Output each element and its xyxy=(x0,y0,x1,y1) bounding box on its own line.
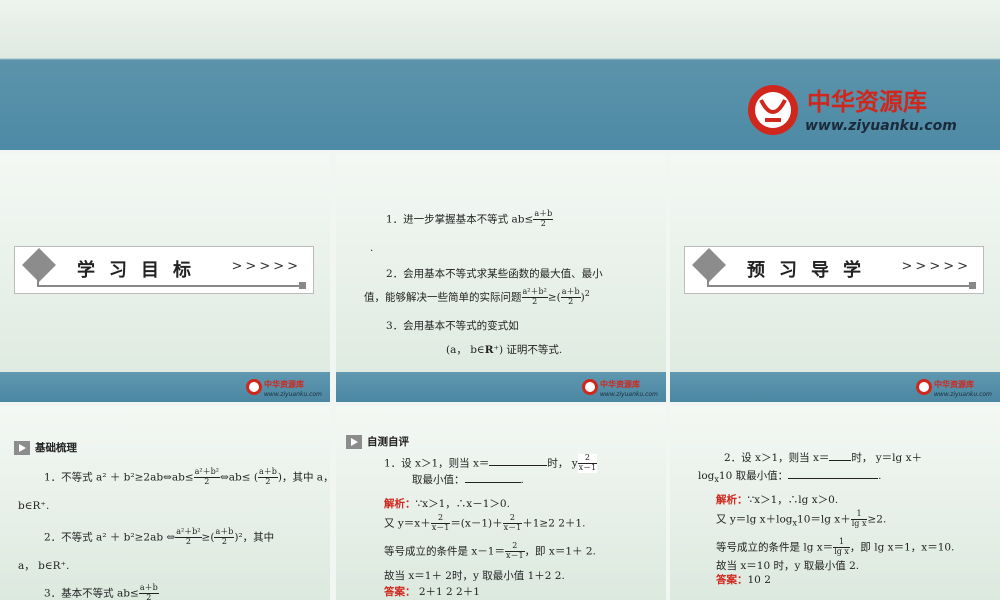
ziyuanku-logo-small: 中华资源库 www.ziyuanku.com xyxy=(246,379,322,398)
question-2-line2: logx10 取最小值：. xyxy=(698,470,882,485)
section-title: 学习目标 xyxy=(77,260,205,281)
review-line-3: 3．基本不等式 ab≤ a＋b 2 xyxy=(44,583,159,600)
objective-2-line2: 值，能够解决一些简单的实际问题 a²＋b² 2 ≥(a＋b 2)2 xyxy=(364,287,590,306)
solution-line-2: 又 y＝x＋ 2 x－1 ＝(x－1)＋ 2 x－1 ＋1≥2 2＋1. xyxy=(384,513,586,532)
review-line-2: 2．不等式 a² ＋ b²≥2ab ⇔ a²＋b² 2 ≥(a＋b 2)²，其中 xyxy=(44,527,275,546)
section-title-box: 预习导学 >>>>> xyxy=(684,246,984,294)
header-banner: 中华资源库 www.ziyuanku.com xyxy=(0,0,1000,150)
solution-line-4: 故当 x＝1＋ 2时，y 取最小值 1＋2 2. xyxy=(384,570,565,582)
slide-self-test-1[interactable]: 自测自评 1．设 x＞1，则当 x＝ 时， y 2 x－1 取最小值：. 解析：∵x＞… xyxy=(336,406,666,600)
objective-1-end: . xyxy=(370,242,374,254)
objective-3-line1: 3．会用基本不等式的变式如 xyxy=(386,320,519,332)
ziyuanku-logo: 中华资源库 www.ziyuanku.com xyxy=(748,85,957,135)
slide-preview-guide[interactable]: 预习导学 >>>>> 中华资源库 www.ziyuanku.com xyxy=(670,154,1000,402)
logo-name: 中华资源库 xyxy=(807,88,927,116)
arrows-icon: >>>>> xyxy=(231,259,301,274)
objective-3-line2: (a， b∈R⁺) 证明不等式. xyxy=(446,344,563,356)
question-2: 2．设 x＞1，则当 x＝ 时， y＝lg x＋ xyxy=(724,452,922,464)
slide-objectives-content[interactable]: 1．进一步掌握基本不等式 ab≤ a＋b 2 . 2．会用基本不等式求某些函数的最大… xyxy=(336,154,666,402)
solution-line-1: 解析：∵x＞1，∴lg x＞0. xyxy=(716,494,839,506)
review-line-2-end: a， b∈R⁺. xyxy=(18,560,70,572)
solution-line-4: 故当 x＝10 时，y 取最小值 2. xyxy=(716,560,860,572)
arrows-icon: >>>>> xyxy=(901,259,971,274)
section-heading: 自测自评 xyxy=(346,434,409,449)
solution-line-2: 又 y＝lg x＋logx10＝lg x＋ 1 lg x ≥2. xyxy=(716,509,887,528)
svg-text:www.ziyuanku.com: www.ziyuanku.com xyxy=(934,391,992,398)
svg-text:www.ziyuanku.com: www.ziyuanku.com xyxy=(264,391,322,398)
play-icon xyxy=(346,435,362,449)
svg-text:中华资源库: 中华资源库 xyxy=(600,379,640,389)
slide-learning-goals[interactable]: 学习目标 >>>>> 中华资源库 www.ziyuanku.com xyxy=(0,154,330,402)
ziyuanku-logo-small: 中华资源库 www.ziyuanku.com xyxy=(582,379,658,398)
objective-2-line1: 2．会用基本不等式求某些函数的最大值、最小 xyxy=(386,268,603,280)
review-line-1: 1．不等式 a² ＋ b²≥2ab⇔ab≤ a²＋b² 2 ⇔ab≤ (a＋b 2)，其… xyxy=(44,467,330,486)
svg-text:中华资源库: 中华资源库 xyxy=(934,379,974,389)
svg-text:中华资源库: 中华资源库 xyxy=(264,379,304,389)
objective-1: 1．进一步掌握基本不等式 ab≤ a＋b 2 xyxy=(386,209,554,228)
slide-self-test-2[interactable]: 2．设 x＞1，则当 x＝ 时， y＝lg x＋ logx10 取最小值：. 解析… xyxy=(670,406,1000,600)
section-title-box: 学习目标 >>>>> xyxy=(14,246,314,294)
solution-line-1: 解析：∵x＞1，∴x－1＞0. xyxy=(384,498,510,510)
question-1-line2: 取最小值：. xyxy=(412,474,524,486)
slide-basic-review[interactable]: 基础梳理 1．不等式 a² ＋ b²≥2ab⇔ab≤ a²＋b² 2 ⇔ab≤ (a＋… xyxy=(0,406,330,600)
diamond-icon xyxy=(22,248,56,282)
question-1: 1．设 x＞1，则当 x＝ 时， y 2 x－1 xyxy=(384,453,598,473)
logo-url: www.ziyuanku.com xyxy=(805,118,957,134)
answer-line: 答案：10 2 xyxy=(716,574,771,586)
section-title: 预习导学 xyxy=(747,260,875,281)
solution-line-3: 等号成立的条件是 lg x＝ 1 lg x ，即 lg x＝1，x＝10. xyxy=(716,537,955,556)
ziyuanku-logo-small: 中华资源库 www.ziyuanku.com xyxy=(916,379,992,398)
play-icon xyxy=(14,441,30,455)
section-heading: 基础梳理 xyxy=(14,440,77,455)
review-line-1-end: b∈R⁺. xyxy=(18,500,50,512)
svg-text:www.ziyuanku.com: www.ziyuanku.com xyxy=(600,391,658,398)
diamond-icon xyxy=(692,248,726,282)
solution-line-3: 等号成立的条件是 x－1＝ 2 x－1 ，即 x＝1＋ 2. xyxy=(384,541,596,560)
answer-line: 答案： 2＋1 2 2＋1 xyxy=(384,586,480,598)
